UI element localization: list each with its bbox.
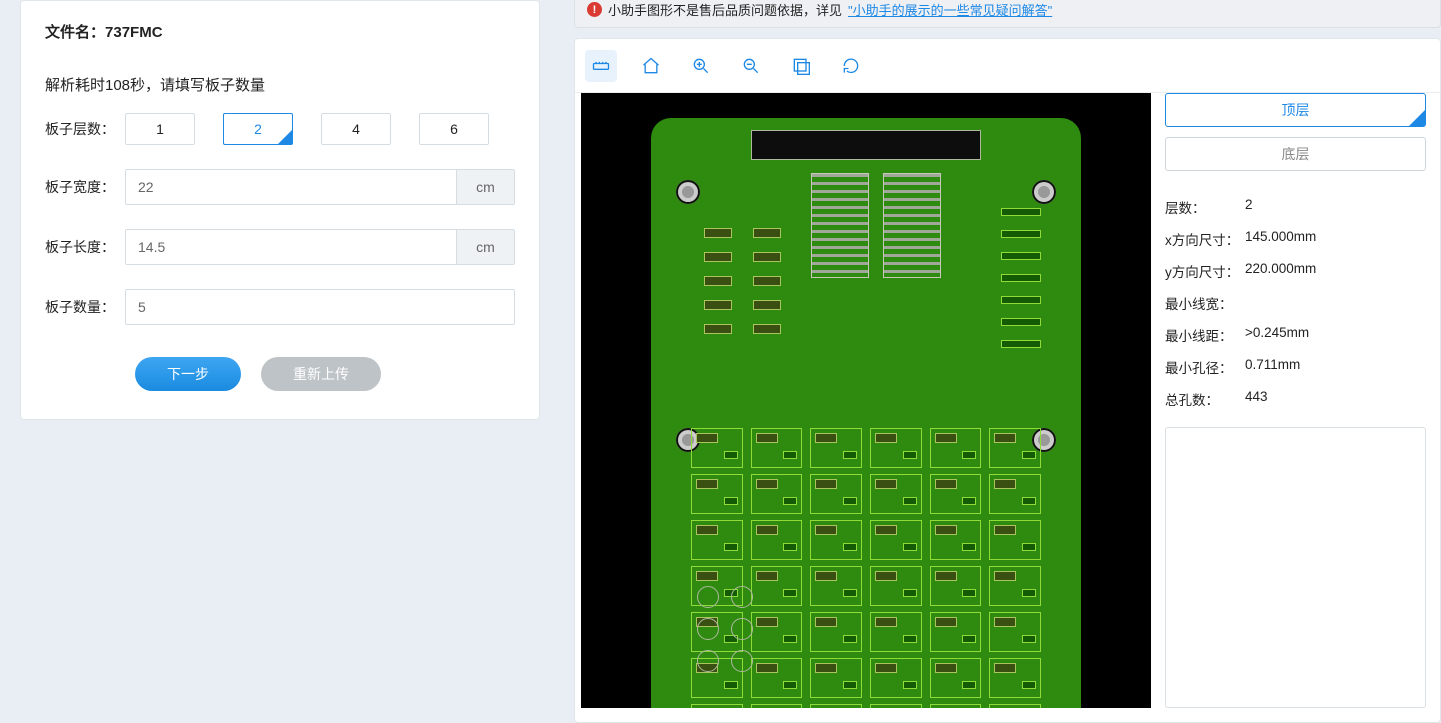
- reupload-button[interactable]: 重新上传: [261, 357, 381, 391]
- mounting-hole: [676, 180, 700, 204]
- layer-option-6[interactable]: 6: [419, 113, 489, 145]
- pcb-led: [731, 650, 753, 672]
- pcb-led: [731, 618, 753, 640]
- meta-min-hole-value: 0.711mm: [1245, 357, 1300, 377]
- meta-xdim-value: 145.000mm: [1245, 229, 1316, 249]
- info-bar-text: 小助手图形不是售后品质问题依据，详见: [608, 0, 842, 19]
- width-label: 板子宽度：: [45, 177, 125, 197]
- zoom-out-icon[interactable]: [735, 50, 767, 82]
- mounting-hole: [1032, 180, 1056, 204]
- measure-tool-icon[interactable]: [585, 50, 617, 82]
- width-unit: cm: [456, 170, 514, 204]
- pcb-top-rows: [704, 228, 944, 334]
- pcb-board: [651, 118, 1081, 708]
- fit-screen-icon[interactable]: [785, 50, 817, 82]
- meta-min-trace-label: 最小线宽：: [1165, 293, 1245, 313]
- meta-layers-value: 2: [1245, 197, 1253, 217]
- pcb-led: [697, 618, 719, 640]
- length-input[interactable]: [126, 230, 456, 264]
- qty-input[interactable]: [126, 290, 514, 324]
- meta-layers-label: 层数：: [1165, 197, 1245, 217]
- layers-options: 1 2 4 6: [125, 113, 489, 145]
- layer-option-1[interactable]: 1: [125, 113, 195, 145]
- qty-label: 板子数量：: [45, 297, 125, 317]
- parse-info-text: 解析耗时108秒，请填写板子数量: [45, 74, 515, 95]
- meta-ydim-value: 220.000mm: [1245, 261, 1316, 281]
- zoom-in-icon[interactable]: [685, 50, 717, 82]
- tab-top-layer[interactable]: 顶层: [1165, 93, 1426, 127]
- next-button[interactable]: 下一步: [135, 357, 241, 391]
- file-name-value: 737FMC: [105, 24, 163, 41]
- meta-xdim-label: x方向尺寸：: [1165, 229, 1245, 249]
- file-name-line: 文件名：737FMC: [45, 21, 515, 42]
- pcb-led: [697, 650, 719, 672]
- info-bar: ! 小助手图形不是售后品质问题依据，详见 "小助手的展示的一些常见疑问解答": [574, 0, 1441, 28]
- layer-option-4[interactable]: 4: [321, 113, 391, 145]
- alert-icon: !: [587, 2, 602, 17]
- meta-min-hole-label: 最小孔径：: [1165, 357, 1245, 377]
- pcb-right-pairs: [1001, 208, 1041, 348]
- notes-box: [1165, 427, 1426, 708]
- layer-info-column: 顶层 底层 层数：2 x方向尺寸：145.000mm y方向尺寸：220.000…: [1165, 93, 1426, 708]
- meta-min-gap-value: >0.245mm: [1245, 325, 1309, 345]
- length-unit: cm: [456, 230, 514, 264]
- pcb-led: [697, 586, 719, 608]
- meta-ydim-label: y方向尺寸：: [1165, 261, 1245, 281]
- file-name-label: 文件名：: [45, 24, 105, 41]
- board-meta-list: 层数：2 x方向尺寸：145.000mm y方向尺寸：220.000mm 最小线…: [1165, 197, 1426, 421]
- info-bar-link[interactable]: "小助手的展示的一些常见疑问解答": [848, 0, 1052, 19]
- viewer-toolbar: [575, 39, 1440, 93]
- length-label: 板子长度：: [45, 237, 125, 257]
- pcb-preview-canvas[interactable]: [581, 93, 1151, 708]
- width-input[interactable]: [126, 170, 456, 204]
- meta-holes-value: 443: [1245, 389, 1268, 409]
- layer-option-2[interactable]: 2: [223, 113, 293, 145]
- tab-bottom-layer[interactable]: 底层: [1165, 137, 1426, 171]
- layers-label: 板子层数：: [45, 119, 125, 139]
- refresh-icon[interactable]: [835, 50, 867, 82]
- pcb-led: [731, 586, 753, 608]
- meta-min-gap-label: 最小线距：: [1165, 325, 1245, 345]
- pcb-connector: [751, 130, 981, 160]
- home-icon[interactable]: [635, 50, 667, 82]
- meta-holes-label: 总孔数：: [1165, 389, 1245, 409]
